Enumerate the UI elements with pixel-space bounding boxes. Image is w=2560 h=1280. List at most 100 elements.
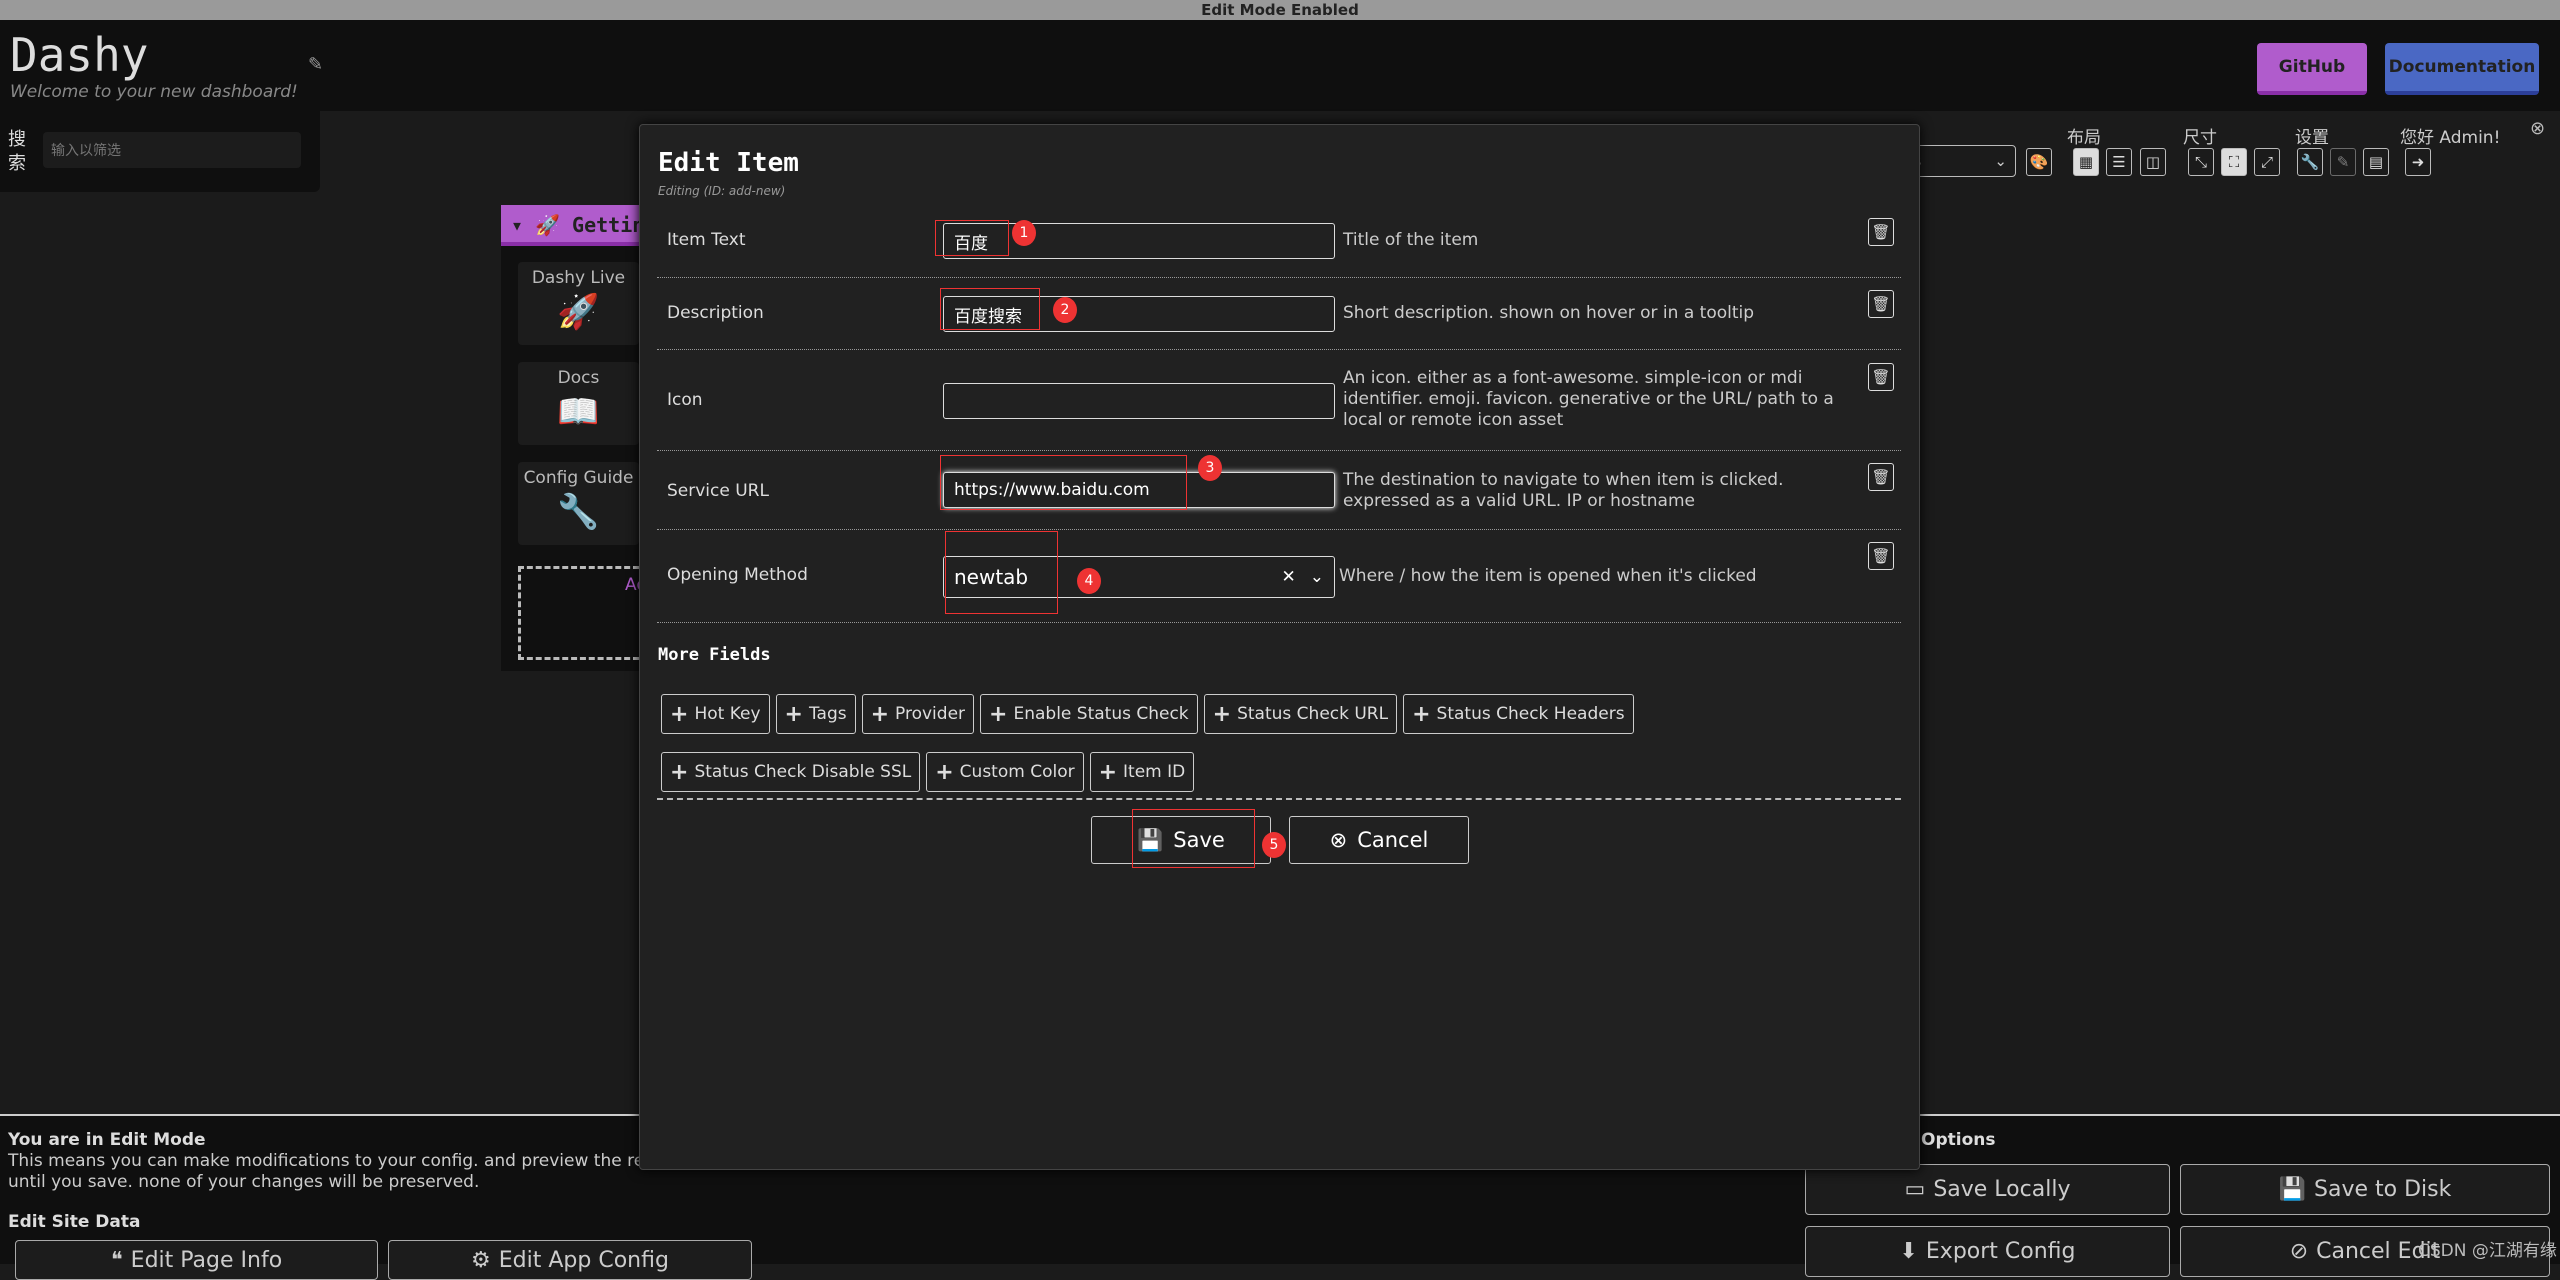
trash-icon[interactable]: 🗑 [1868,363,1894,391]
service-url-input[interactable] [943,472,1335,508]
edit-mode-title: You are in Edit Mode [8,1130,206,1150]
item-text-label: Item Text [667,230,746,250]
annotation-badge: 3 [1198,455,1222,481]
annotation-badge: 5 [1262,832,1286,858]
add-status-check-disable-ssl-button[interactable]: + Status Check Disable SSL [661,752,921,792]
add-item-tile[interactable]: Add [518,566,639,660]
tile-docs[interactable]: Docs 📖 [518,362,639,445]
size-large-icon[interactable]: ⤢ [2254,148,2280,176]
add-item-id-button[interactable]: + Item ID [1089,752,1195,792]
annotation-badge: 4 [1077,568,1101,594]
button-label: Save [1173,828,1225,852]
search-input[interactable] [43,132,301,168]
modal-title: Edit Item [658,148,799,178]
service-url-label: Service URL [667,481,769,501]
add-enable-status-check-button[interactable]: + Enable Status Check [980,694,1198,734]
watermark: CSDN @江湖有缘 [2418,1241,2557,1261]
item-text-desc: Title of the item [1343,230,1479,250]
close-icon[interactable]: ⊗ [2530,118,2545,139]
save-to-disk-button[interactable]: 💾 Save to Disk [2180,1164,2550,1215]
description-input[interactable] [943,296,1335,332]
chevron-down-icon[interactable]: ⌄ [1310,567,1324,587]
add-tags-button[interactable]: + Tags [775,694,856,734]
divider [657,349,1901,350]
edit-page-info-button[interactable]: ❝ Edit Page Info [15,1240,378,1280]
add-provider-button[interactable]: + Provider [861,694,975,734]
section-title: Getting Started [572,213,641,237]
layout-columns-icon[interactable]: ◫ [2140,148,2166,176]
options-title: Options [1921,1130,1996,1150]
add-status-check-headers-button[interactable]: + Status Check Headers [1403,694,1634,734]
edit-app-config-button[interactable]: ⚙ Edit App Config [388,1240,752,1280]
page-subtitle: Welcome to your new dashboard! [10,82,298,102]
add-label: Add [625,575,639,595]
book-icon: 📖 [557,392,600,432]
layout-label: 布局 [2067,128,2101,148]
annotation-badge: 2 [1053,297,1077,323]
size-medium-icon[interactable]: ⛶ [2221,148,2247,176]
cancel-button[interactable]: ⊗ Cancel [1289,816,1469,864]
layout-list-icon[interactable]: ☰ [2106,148,2132,176]
close-circle-icon: ⊗ [1329,828,1348,852]
github-button[interactable]: GitHub [2257,43,2367,95]
floppy-icon: 💾 [1137,827,1164,852]
button-label: Cancel [1357,828,1429,852]
tile-dashy-live[interactable]: Dashy Live 🚀 [518,262,639,345]
trash-icon[interactable]: 🗑 [1868,290,1894,318]
button-label: Save to Disk [2314,1177,2452,1202]
button-label: Status Check URL [1237,704,1389,724]
layout-auto-icon[interactable]: ▦ [2073,148,2099,176]
trash-icon[interactable]: 🗑 [1868,218,1894,246]
export-config-button[interactable]: ⬇ Export Config [1805,1226,2170,1277]
add-custom-color-button[interactable]: + Custom Color [926,752,1084,792]
item-text-input[interactable] [943,223,1335,259]
file-download-icon: ⬇ [1899,1239,1918,1264]
modal-subtitle: Editing (ID: add-new) [658,184,786,198]
button-label: Save Locally [1933,1177,2071,1202]
greeting: 您好 Admin! [2400,128,2501,148]
button-label: Enable Status Check [1013,704,1189,724]
section-header[interactable]: ▾ 🚀 Getting Started [501,205,641,246]
icon-input[interactable] [943,383,1335,419]
edit-item-modal [639,124,1920,1170]
quote-icon: ❝ [110,1247,123,1273]
save-button[interactable]: 💾 Save [1091,816,1271,864]
divider [657,277,1901,278]
button-label: Item ID [1123,762,1186,782]
tile-label: Dashy Live [531,268,626,288]
chevron-down-icon: ⌄ [1994,152,2007,170]
button-label: Status Check Disable SSL [694,762,912,782]
button-label: Tags [808,704,847,724]
memory-icon: ▭ [1904,1177,1926,1202]
add-hot-key-button[interactable]: + Hot Key [661,694,770,734]
pencil-icon[interactable]: ✎ [308,54,323,75]
ban-icon: ⊘ [2289,1239,2309,1264]
logout-icon[interactable]: ➜ [2405,148,2431,176]
tile-config-guide[interactable]: Config Guide 🔧 [518,462,639,545]
clear-icon[interactable]: ✕ [1282,567,1296,587]
opening-method-select[interactable]: newtab ✕ ⌄ [943,556,1335,598]
button-label: Provider [895,704,966,724]
button-label: Custom Color [959,762,1075,782]
divider [657,529,1901,530]
trash-icon[interactable]: 🗑 [1868,463,1894,491]
documentation-button[interactable]: Documentation [2385,43,2539,95]
wrench-icon[interactable]: 🔧 [2297,148,2323,176]
config-icon[interactable]: ▤ [2363,148,2389,176]
palette-icon[interactable]: 🎨 [2026,148,2052,176]
button-label: Export Config [1925,1239,2076,1264]
floppy-icon: 💾 [2278,1177,2307,1202]
search-label: 搜索 [8,129,26,174]
trash-icon[interactable]: 🗑 [1868,542,1894,570]
add-status-check-url-button[interactable]: + Status Check URL [1203,694,1398,734]
edit-mode-banner: Edit Mode Enabled [0,0,2560,20]
divider [657,622,1901,623]
tile-label: Docs [557,368,600,388]
service-url-desc: The destination to navigate to when item… [1343,470,1784,511]
settings-label: 设置 [2295,128,2329,148]
pencil-edit-icon[interactable]: ✎ [2330,148,2356,176]
save-locally-button[interactable]: ▭ Save Locally [1805,1164,2170,1215]
size-small-icon[interactable]: ⤡ [2188,148,2214,176]
gears-icon: ⚙ [471,1247,491,1273]
divider [657,798,1901,800]
